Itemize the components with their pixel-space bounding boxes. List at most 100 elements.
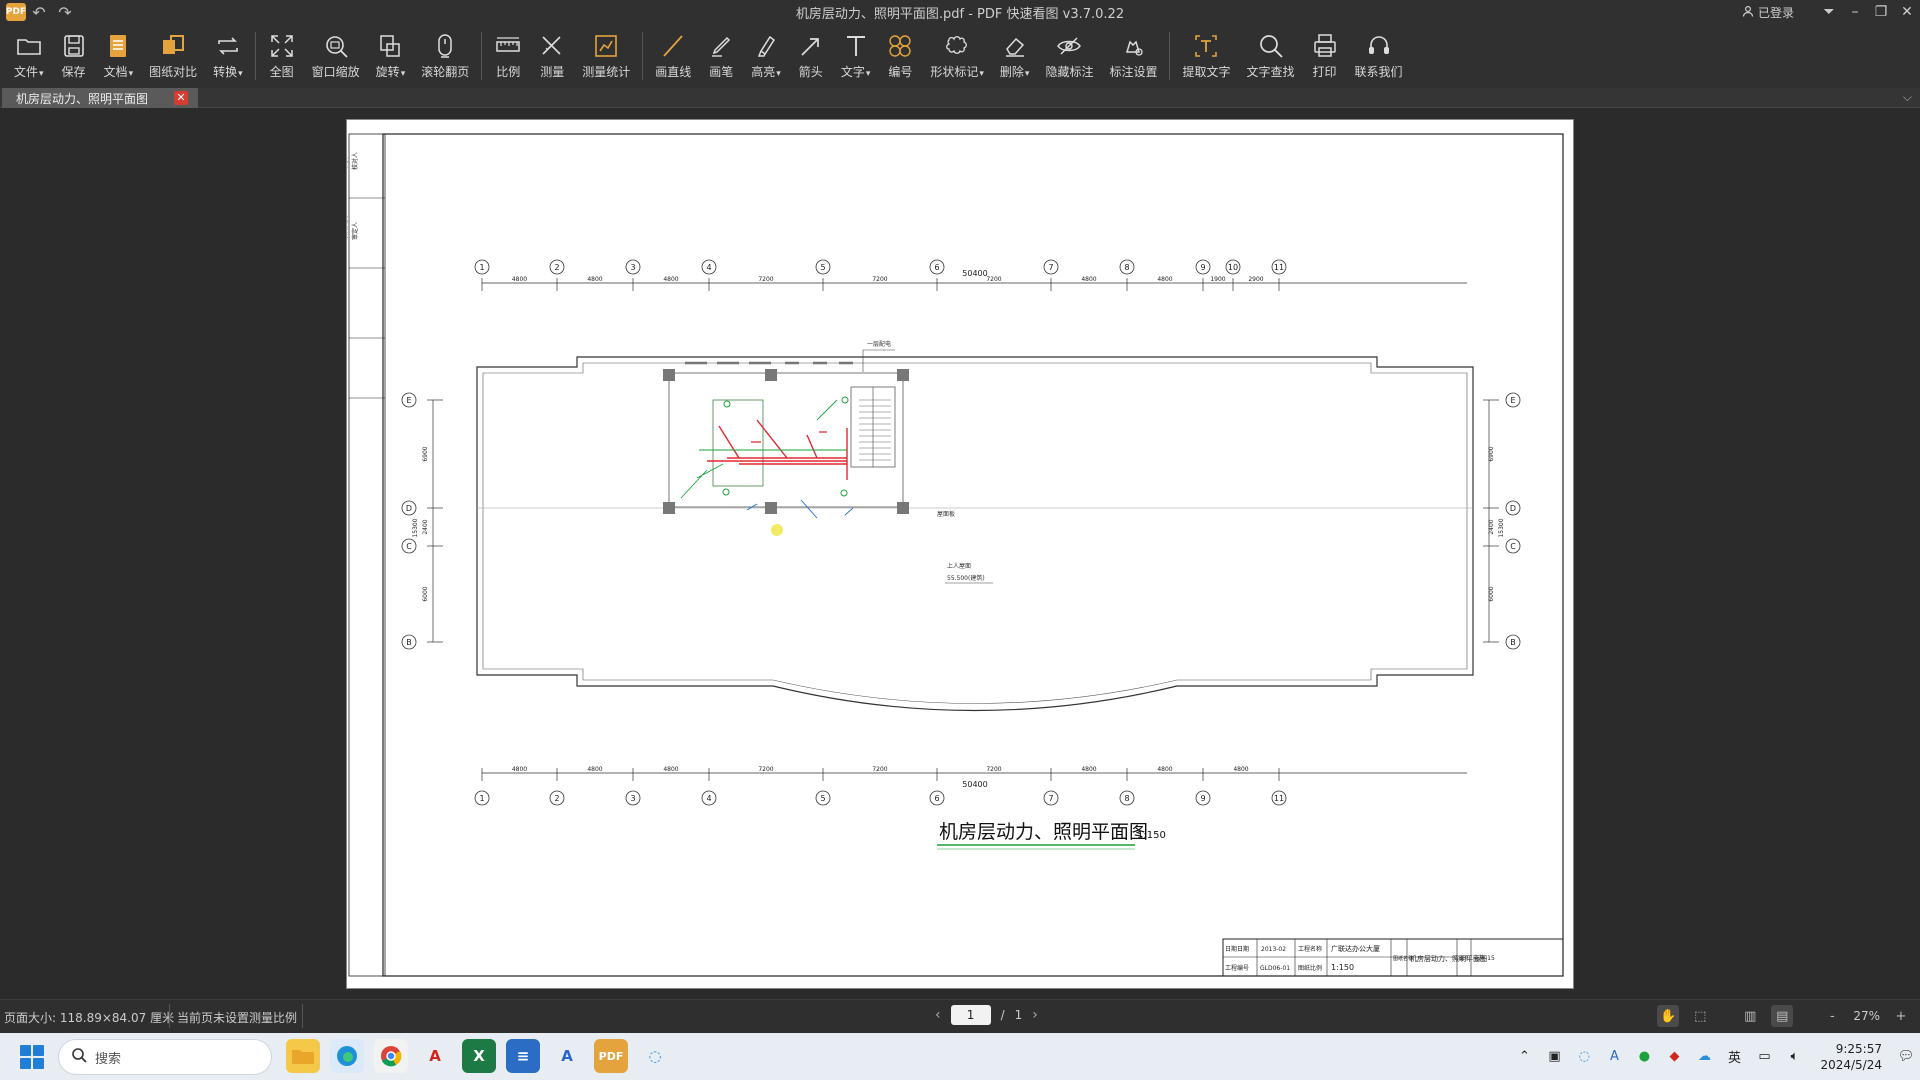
user-icon bbox=[1742, 5, 1754, 20]
login-status[interactable]: 已登录 bbox=[1742, 4, 1794, 21]
dimension-label: 7200 bbox=[758, 276, 773, 283]
chevron-down-icon[interactable]: ⌵ bbox=[1903, 90, 1912, 105]
tray-sync-icon[interactable]: ◌ bbox=[1574, 1047, 1594, 1067]
undo-icon[interactable]: ↶ bbox=[26, 1, 52, 23]
restore-button[interactable]: ❐ bbox=[1868, 0, 1894, 24]
left-margin-frame bbox=[348, 133, 386, 977]
compare-button[interactable]: 图纸对比 bbox=[141, 26, 205, 86]
fit-all-button[interactable]: 全图 bbox=[260, 26, 304, 86]
page-size-readout: 页面大小: 118.89×84.07 厘米 bbox=[4, 1011, 175, 1025]
app-window: PDF ↶ ↷ 机房层动力、照明平面图.pdf - PDF 快速看图 v3.7.… bbox=[0, 0, 1920, 1080]
select-tool-icon[interactable]: ⬚ bbox=[1689, 1005, 1711, 1027]
dimension-label: 7200 bbox=[986, 766, 1001, 773]
zoom-in-button[interactable]: + bbox=[1890, 1005, 1912, 1027]
redo-icon[interactable]: ↷ bbox=[52, 1, 78, 23]
contact-button[interactable]: 联系我们 bbox=[1347, 26, 1411, 86]
highlight-button[interactable]: 高亮 bbox=[743, 26, 789, 86]
delete-button[interactable]: 删除 bbox=[992, 26, 1038, 86]
file-button[interactable]: 文件 bbox=[6, 26, 52, 86]
dimension-label: 6000 bbox=[1488, 586, 1495, 601]
scale-status: 当前页未设置测量比例 bbox=[177, 1011, 298, 1025]
svg-text:1:150: 1:150 bbox=[1331, 963, 1354, 972]
building-outline-inner bbox=[482, 362, 1468, 704]
cursor-highlight bbox=[771, 524, 783, 536]
pen-button[interactable]: 画笔 bbox=[699, 26, 743, 86]
measure-button[interactable]: 测量 bbox=[530, 26, 574, 86]
search-icon bbox=[1259, 35, 1283, 58]
save-button[interactable]: 保存 bbox=[52, 26, 96, 86]
tray-wechat-icon[interactable]: ● bbox=[1634, 1047, 1654, 1067]
find-text-button[interactable]: 文字查找 bbox=[1239, 26, 1303, 86]
text-button[interactable]: 文字 bbox=[833, 26, 879, 86]
chat-app-icon[interactable]: ◌ bbox=[638, 1039, 672, 1073]
drawing-title: 机房层动力、照明平面图 bbox=[939, 821, 1148, 843]
side-total-dimension: 15300 bbox=[1498, 518, 1505, 537]
print-button[interactable]: 打印 bbox=[1303, 26, 1347, 86]
dimension-label: 4800 bbox=[512, 276, 527, 283]
hand-tool-icon[interactable]: ✋ bbox=[1657, 1005, 1680, 1027]
axis-label: B bbox=[1510, 638, 1516, 647]
headset-icon bbox=[1368, 36, 1389, 54]
menu-dropdown-icon[interactable]: ⏷ bbox=[1816, 0, 1842, 24]
save-icon bbox=[63, 35, 84, 57]
status-divider bbox=[302, 1004, 303, 1028]
draw-line-button[interactable]: 画直线 bbox=[647, 26, 699, 86]
page-number-input[interactable]: 1 bbox=[950, 1005, 991, 1025]
close-button[interactable]: ✕ bbox=[1894, 0, 1920, 24]
total-dimension-top: 50400 bbox=[962, 269, 987, 278]
scroll-page-button[interactable]: 滚轮翻页 bbox=[413, 26, 477, 86]
tray-cloud-icon[interactable]: ☁ bbox=[1694, 1047, 1714, 1067]
scale-button[interactable]: 比例 bbox=[486, 26, 530, 86]
column bbox=[897, 502, 909, 514]
rotate-button[interactable]: 旋转 bbox=[368, 26, 414, 86]
measure-stats-button[interactable]: 测量统计 bbox=[574, 26, 638, 86]
extract-text-button[interactable]: 提取文字 bbox=[1174, 26, 1238, 86]
tray-cad-icon[interactable]: A bbox=[1604, 1047, 1624, 1067]
document-canvas[interactable]: 设计人审核人校对人专业负责人项目负责人审定人 50400 1 2 3 4 5 6 7 8 9 10… bbox=[0, 109, 1920, 999]
ime-indicator[interactable]: 英 bbox=[1724, 1047, 1744, 1067]
edge-browser-icon[interactable] bbox=[330, 1039, 364, 1073]
pdf-viewer-taskbar-icon[interactable]: PDF bbox=[594, 1039, 628, 1073]
notification-icon[interactable]: 💬︎ bbox=[1896, 1047, 1916, 1067]
mark-settings-button[interactable]: 标注设置 bbox=[1101, 26, 1165, 86]
convert-button[interactable]: 转换 bbox=[205, 26, 251, 86]
zoom-out-button[interactable]: - bbox=[1821, 1005, 1843, 1027]
taskbar-search[interactable]: 搜索 bbox=[58, 1039, 272, 1075]
single-page-icon[interactable]: ▥ bbox=[1739, 1005, 1761, 1027]
number-button[interactable]: 编号 bbox=[878, 26, 922, 86]
folder-icon bbox=[16, 39, 41, 55]
chevron-up-icon[interactable]: ⌃ bbox=[1514, 1047, 1534, 1067]
document-tab[interactable]: 机房层动力、照明平面图 ✕ bbox=[2, 88, 198, 108]
minimize-button[interactable]: – bbox=[1842, 0, 1868, 24]
chrome-browser-icon[interactable] bbox=[374, 1039, 408, 1073]
column bbox=[663, 369, 675, 381]
tray-app-icon[interactable]: ▣ bbox=[1544, 1047, 1564, 1067]
shape-mark-button[interactable]: 形状标记 bbox=[922, 26, 992, 86]
cad-app-icon[interactable]: A bbox=[550, 1039, 584, 1073]
axis-label: 11 bbox=[1274, 794, 1284, 803]
svg-text:工程编号: 工程编号 bbox=[1225, 964, 1249, 972]
file-explorer-icon[interactable] bbox=[286, 1039, 320, 1073]
window-zoom-button[interactable]: 窗口缩放 bbox=[304, 26, 368, 86]
tray-security-icon[interactable]: ◆ bbox=[1664, 1047, 1684, 1067]
extract-text-icon bbox=[1195, 35, 1218, 57]
network-icon[interactable]: ▭ bbox=[1754, 1047, 1774, 1067]
system-clock[interactable]: 9:25:57 2024/5/24 bbox=[1820, 1041, 1882, 1073]
hide-mark-button[interactable]: 隐藏标注 bbox=[1037, 26, 1101, 86]
prev-page-icon[interactable]: ‹ bbox=[935, 1007, 941, 1023]
dimension-label: 1900 bbox=[1210, 276, 1225, 283]
document-tab-bar: 机房层动力、照明平面图 ✕ ⌵ bbox=[0, 88, 1920, 108]
windows-start-icon[interactable] bbox=[20, 1045, 44, 1069]
excel-icon[interactable]: X bbox=[462, 1039, 496, 1073]
dimension-label: 4800 bbox=[587, 276, 602, 283]
arrow-button[interactable]: 箭头 bbox=[789, 26, 833, 86]
continuous-page-icon[interactable]: ▤ bbox=[1771, 1005, 1794, 1027]
clock-date: 2024/5/24 bbox=[1820, 1057, 1882, 1072]
pdf-page[interactable]: 设计人审核人校对人专业负责人项目负责人审定人 50400 1 2 3 4 5 6 7 8 9 10… bbox=[346, 119, 1574, 989]
document-button[interactable]: 文档 bbox=[96, 26, 142, 86]
volume-icon[interactable]: 🔈︎ bbox=[1784, 1047, 1804, 1067]
next-page-icon[interactable]: › bbox=[1032, 1007, 1038, 1023]
notepad-icon[interactable]: ≡ bbox=[506, 1039, 540, 1073]
tab-close-icon[interactable]: ✕ bbox=[174, 91, 188, 105]
acrobat-icon[interactable]: A bbox=[418, 1039, 452, 1073]
